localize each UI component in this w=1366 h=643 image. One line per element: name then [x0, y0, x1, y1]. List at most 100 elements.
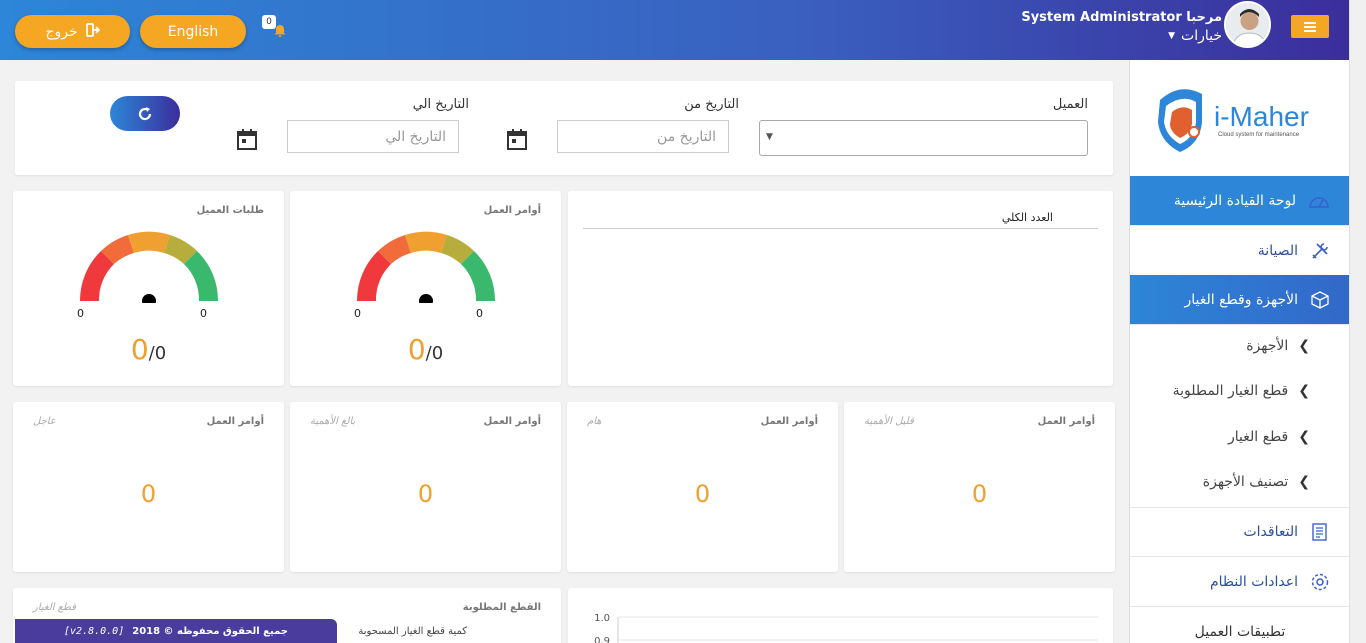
- divider: [583, 228, 1098, 229]
- sidebar-item-label: الصيانة: [1257, 242, 1298, 259]
- copyright-label: جميع الحقوق محفوظه © 2018: [132, 625, 288, 637]
- svg-text:i-Maher: i-Maher: [1214, 101, 1309, 132]
- work-orders-gauge-card: أوامر العمل 0 0 0/0: [290, 191, 561, 386]
- card-title: القطع المطلوبة: [462, 602, 541, 613]
- gauge-current-value: 0: [407, 333, 426, 366]
- logout-button[interactable]: خروج: [15, 15, 130, 48]
- dashboard-icon: [1309, 196, 1329, 208]
- card-title: أوامر العمل: [483, 416, 541, 427]
- card-title: طلبات العميل: [196, 205, 264, 216]
- language-label: English: [167, 23, 219, 40]
- bell-icon: [274, 25, 286, 37]
- sidebar-item-system-settings[interactable]: اعدادات النظام: [1130, 557, 1350, 607]
- chevron-left-icon: ❮: [1298, 338, 1310, 354]
- important-work-orders-card: أوامر العمل هام 0: [567, 402, 838, 572]
- notifications-bell[interactable]: 0: [262, 14, 290, 40]
- sidebar-item-label: اعدادات النظام: [1209, 573, 1298, 590]
- sidebar-subitem-spare-parts[interactable]: قطع الغيار ❮: [1130, 414, 1350, 460]
- chevron-left-icon: ❮: [1298, 383, 1310, 399]
- sidebar-item-devices-parts[interactable]: الأجهزة وقطع الغيار: [1130, 275, 1350, 325]
- caret-down-icon: ▼: [1168, 31, 1176, 41]
- gauge-chart: [79, 231, 219, 303]
- sidebar-item-label: قطع الغيار: [1228, 429, 1289, 445]
- total-count-label: العدد الكلي: [1001, 211, 1053, 224]
- sidebar-item-label: تصنيف الأجهزة: [1202, 474, 1289, 490]
- card-title: أوامر العمل: [483, 205, 541, 216]
- card-count: 0: [971, 480, 988, 508]
- menu-toggle-button[interactable]: [1291, 15, 1329, 38]
- version-label: [v2.8.0.0]: [64, 625, 125, 637]
- y-tick-label: 0.9: [594, 636, 610, 643]
- date-to-input[interactable]: التاريخ الي: [287, 120, 459, 153]
- scrollbar[interactable]: [1349, 0, 1366, 643]
- gauge-total-value: /0: [148, 343, 167, 364]
- caret-down-icon: ▼: [766, 132, 773, 142]
- card-title: أوامر العمل: [206, 416, 264, 427]
- clipboard-icon: [1312, 523, 1327, 541]
- gauge-value: 0/0: [13, 333, 284, 366]
- refresh-icon: [138, 106, 152, 120]
- svg-text:Cloud system for maintenance: Cloud system for maintenance: [1218, 132, 1300, 138]
- chevron-left-icon: ❮: [1298, 474, 1310, 490]
- sidebar-subitem-devices[interactable]: الأجهزة ❮: [1130, 323, 1350, 369]
- line-chart: 1.0 0.9: [594, 613, 1098, 643]
- client-label: العميل: [1052, 97, 1088, 112]
- gauge-max-label: 0: [200, 307, 207, 320]
- date-from-input[interactable]: التاريخ من: [557, 120, 729, 153]
- calendar-icon[interactable]: [237, 128, 257, 150]
- card-subtitle: بالغ الأهمية: [310, 416, 356, 427]
- sidebar-item-dashboard[interactable]: لوحة القيادة الرئيسية: [1130, 176, 1350, 226]
- logout-label: خروج: [45, 23, 78, 40]
- urgent-work-orders-card: أوامر العمل عاجل 0: [13, 402, 284, 572]
- user-options-dropdown[interactable]: خيارات ▼: [1168, 28, 1222, 44]
- y-tick-label: 1.0: [594, 613, 610, 624]
- sign-out-icon: [85, 22, 100, 41]
- total-count-card: العدد الكلي: [568, 191, 1113, 386]
- calendar-icon[interactable]: [507, 128, 527, 150]
- language-button[interactable]: English: [140, 15, 246, 48]
- gauge-min-label: 0: [354, 307, 361, 320]
- avatar[interactable]: [1224, 1, 1271, 48]
- box-icon: [1311, 290, 1329, 309]
- sidebar-item-label: قطع الغيار المطلوبة: [1172, 383, 1289, 399]
- sidebar-subitem-required-parts[interactable]: قطع الغيار المطلوبة ❮: [1130, 368, 1350, 414]
- sidebar-item-client-apps[interactable]: تطبيقات العميل: [1130, 607, 1350, 643]
- card-subtitle: عاجل: [33, 416, 56, 427]
- date-to-label: التاريخ الي: [412, 97, 469, 112]
- tools-icon: [1312, 242, 1328, 259]
- sidebar-item-contracts[interactable]: التعاقدات: [1130, 507, 1350, 557]
- client-select[interactable]: ▼: [759, 120, 1088, 156]
- gauge-min-label: 0: [77, 307, 84, 320]
- line-chart-card: 1.0 0.9: [568, 588, 1113, 643]
- chevron-left-icon: ❮: [1298, 429, 1310, 445]
- card-subtitle: قطع الغيار: [33, 602, 77, 613]
- chart-legend: كمية قطع الغيار المسحوبة: [358, 626, 467, 637]
- card-count: 0: [417, 480, 434, 508]
- user-greeting: مرحبا System Administrator: [1021, 10, 1222, 25]
- gauge-value: 0/0: [290, 333, 561, 366]
- sidebar-subitem-device-categories[interactable]: تصنيف الأجهزة ❮: [1130, 459, 1350, 505]
- low-priority-work-orders-card: أوامر العمل قليل الأهمية 0: [844, 402, 1115, 572]
- critical-work-orders-card: أوامر العمل بالغ الأهمية 0: [290, 402, 561, 572]
- sidebar-item-label: التعاقدات: [1243, 524, 1298, 540]
- options-label: خيارات: [1181, 28, 1222, 44]
- card-subtitle: قليل الأهمية: [864, 416, 914, 427]
- sidebar: i-Maher Cloud system for maintenance لوح…: [1129, 60, 1350, 643]
- gauge-max-label: 0: [476, 307, 483, 320]
- hamburger-icon: [1304, 21, 1316, 32]
- gauge-chart: [356, 231, 496, 303]
- gauge-current-value: 0: [130, 333, 149, 366]
- sidebar-item-maintenance[interactable]: الصيانة: [1130, 226, 1350, 276]
- gear-icon: [1311, 573, 1329, 590]
- card-count: 0: [140, 480, 157, 508]
- card-count: 0: [694, 480, 711, 508]
- sidebar-item-label: الأجهزة وقطع الغيار: [1184, 291, 1299, 308]
- card-subtitle: هام: [587, 416, 602, 427]
- i-maher-logo: i-Maher Cloud system for maintenance: [1152, 82, 1332, 157]
- filter-panel: العميل ▼ التاريخ من التاريخ من التاريخ ا…: [15, 81, 1113, 175]
- top-header: خروج English 0 مرحبا System Administrato…: [0, 0, 1349, 60]
- client-requests-gauge-card: طلبات العميل 0 0 0/0: [13, 191, 284, 386]
- refresh-button[interactable]: [110, 96, 180, 131]
- sidebar-item-label: تطبيقات العميل: [1194, 623, 1286, 640]
- date-from-label: التاريخ من: [684, 97, 739, 112]
